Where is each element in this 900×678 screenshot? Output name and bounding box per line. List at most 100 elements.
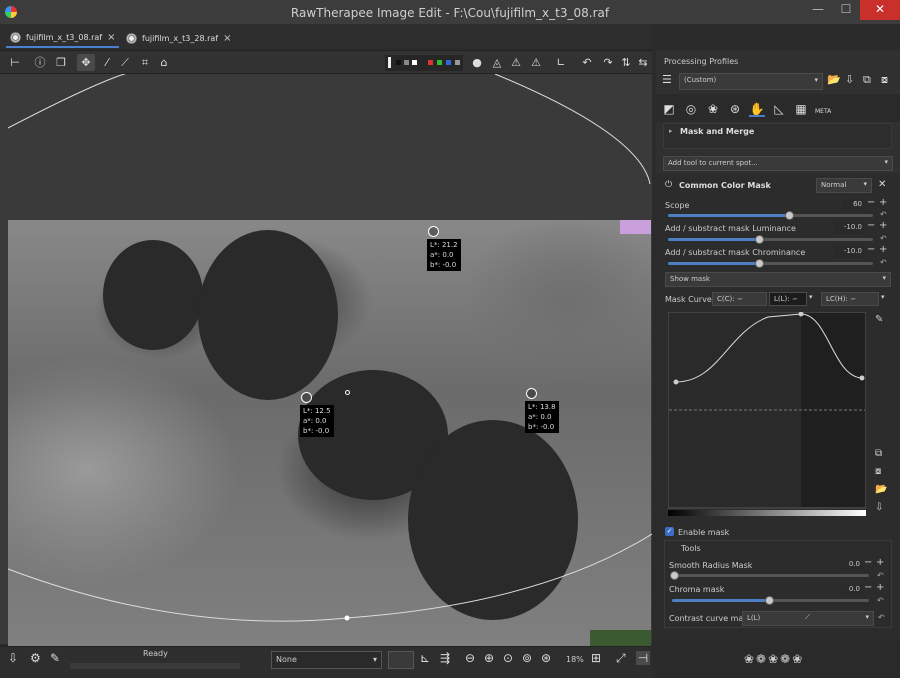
increment-button[interactable]: + — [876, 557, 884, 568]
hide-panel-icon[interactable]: ⊣ — [636, 651, 650, 665]
luminance-channel-chip[interactable] — [455, 60, 460, 65]
maximize-button[interactable]: ☐ — [832, 0, 860, 20]
spot-ellipse-overlay[interactable] — [0, 74, 652, 644]
blue-channel-chip[interactable] — [446, 60, 451, 65]
remove-tool-icon[interactable]: ✕ — [878, 179, 886, 190]
reset-icon[interactable]: ↶ — [877, 596, 884, 605]
paste-curve-icon[interactable]: ⧇ — [875, 466, 881, 477]
intent-select[interactable] — [388, 651, 414, 669]
picker-handle[interactable] — [301, 392, 312, 403]
red-channel-chip[interactable] — [428, 60, 433, 65]
transform-tab-icon[interactable]: ◺ — [771, 101, 787, 117]
reset-icon[interactable]: ↶ — [880, 258, 887, 267]
highlight-clip-icon[interactable]: ⚠ — [507, 54, 525, 71]
add-tool-select[interactable]: Add tool to current spot... ▾ — [663, 156, 893, 171]
fullscreen-icon[interactable]: ⤢ — [616, 651, 626, 666]
decrement-button[interactable]: − — [867, 244, 875, 255]
color-picker-icon[interactable]: ⌂ — [155, 54, 173, 71]
lum-mask-value[interactable]: -10.0 — [834, 222, 864, 234]
contrast-curve-select[interactable]: L(L) ⟋ ▾ — [742, 611, 874, 626]
soft-proof-icon[interactable]: ⊾ — [420, 651, 430, 665]
mask-merge-label[interactable]: Mask and Merge — [680, 127, 754, 136]
enable-mask-checkbox[interactable]: ✓ — [665, 527, 674, 536]
profile-list-icon[interactable]: ☰ — [662, 73, 676, 87]
new-detail-window-icon[interactable]: ⊞ — [591, 651, 601, 665]
hand-tool-icon[interactable]: ✥ — [77, 54, 95, 71]
save-image-icon[interactable]: ⇩ — [8, 651, 18, 665]
increment-button[interactable]: + — [879, 244, 887, 255]
rotate-left-icon[interactable]: ↶ — [578, 54, 596, 71]
info-icon[interactable]: ⓘ — [31, 54, 49, 71]
color-tab-icon[interactable]: ❀ — [705, 101, 721, 117]
save-curve-icon[interactable]: ⇩ — [875, 502, 883, 513]
histogram-icon[interactable]: ∟ — [552, 54, 570, 71]
reset-icon[interactable]: ↶ — [878, 613, 885, 622]
paste-profile-icon[interactable]: ⧇ — [881, 73, 888, 87]
curve-tab-ll[interactable]: L(L): ∽ — [769, 292, 807, 306]
grey-bg-chip[interactable] — [404, 60, 409, 65]
shadow-clip-icon[interactable]: ◬ — [488, 54, 506, 71]
straighten-icon[interactable]: ⟋ — [116, 54, 134, 71]
blend-mode-select[interactable]: Normal ▾ — [816, 178, 872, 193]
rotate-right-icon[interactable]: ↷ — [599, 54, 617, 71]
before-after-icon[interactable]: ❐ — [52, 54, 70, 71]
chrom-mask-slider-knob[interactable] — [755, 259, 764, 268]
chrom-mask-value[interactable]: -10.0 — [834, 246, 864, 258]
scope-value[interactable]: 60 — [842, 199, 864, 211]
focus-mask-icon[interactable]: ● — [468, 54, 486, 71]
advanced-tab-icon[interactable]: ⊛ — [727, 101, 743, 117]
decrement-button[interactable]: − — [867, 220, 875, 231]
queue-icon[interactable]: ⚙ — [30, 651, 41, 665]
white-bg-chip[interactable] — [412, 60, 417, 65]
image-preview-area[interactable]: L*: 21.2 a*: 0.0 b*: -0.0 L*: 12.5 a*: 0… — [0, 74, 652, 648]
zoom-100-icon[interactable]: ⊛ — [541, 651, 551, 665]
details-tab-icon[interactable]: ◎ — [683, 101, 699, 117]
expander-arrow-icon[interactable]: ▸ — [669, 127, 673, 135]
save-profile-icon[interactable]: ⇩ — [845, 73, 854, 86]
increment-button[interactable]: + — [879, 220, 887, 231]
power-icon[interactable]: ⏻ — [665, 180, 672, 190]
copy-profile-icon[interactable]: ⧉ — [863, 73, 871, 87]
open-profile-icon[interactable]: 📂 — [827, 73, 841, 86]
scope-slider-knob[interactable] — [785, 211, 794, 220]
smooth-radius-value[interactable]: 0.0 — [840, 559, 862, 571]
zoom-in-icon[interactable]: ⊕ — [484, 651, 494, 665]
decrement-button[interactable]: − — [867, 197, 875, 208]
tab-close-icon[interactable]: × — [223, 33, 231, 44]
increment-button[interactable]: + — [876, 582, 884, 593]
local-tab-icon[interactable]: ✋ — [749, 101, 765, 117]
curve-tab-lch[interactable]: LC(H): ∽ — [821, 292, 879, 306]
decrement-button[interactable]: − — [864, 582, 872, 593]
reset-icon[interactable]: ↶ — [877, 571, 884, 580]
lum-mask-slider-knob[interactable] — [755, 235, 764, 244]
chroma-mask-value[interactable]: 0.0 — [840, 584, 862, 596]
reset-icon[interactable]: ↶ — [880, 210, 887, 219]
hide-history-icon[interactable]: ⊢ — [6, 54, 24, 71]
crop-icon[interactable]: ⌗ — [136, 54, 154, 71]
zoom-out-icon[interactable]: ⊖ — [465, 651, 475, 665]
spot-center-handle[interactable] — [345, 390, 350, 395]
chroma-mask-slider-knob[interactable] — [765, 596, 774, 605]
curve-tab-cc[interactable]: C(C): ∽ — [712, 292, 767, 306]
chevron-down-icon[interactable]: ▾ — [881, 293, 885, 301]
flip-vertical-icon[interactable]: ⇅ — [617, 54, 635, 71]
output-profile-select[interactable]: None ▾ — [271, 651, 382, 669]
green-channel-chip[interactable] — [437, 60, 442, 65]
picker-handle[interactable] — [428, 226, 439, 237]
smooth-radius-slider-knob[interactable] — [670, 571, 679, 580]
smooth-radius-slider[interactable] — [672, 574, 869, 577]
warning-icon[interactable]: ⚠ — [527, 54, 545, 71]
white-balance-picker-icon[interactable]: ⁄ — [98, 54, 116, 71]
zoom-fit-icon[interactable]: ⊙ — [503, 651, 513, 665]
decrement-button[interactable]: − — [864, 557, 872, 568]
minimize-button[interactable]: — — [804, 0, 832, 20]
chevron-down-icon[interactable]: ▾ — [809, 293, 813, 301]
mask-curve-editor[interactable] — [668, 312, 866, 518]
close-button[interactable]: ✕ — [860, 0, 900, 20]
copy-curve-icon[interactable]: ⧉ — [875, 448, 882, 459]
send-to-editor-icon[interactable]: ✎ — [50, 651, 60, 665]
tab-image-1[interactable]: fujifilm_x_t3_08.raf × — [6, 28, 120, 48]
open-curve-icon[interactable]: 📂 — [875, 484, 887, 495]
zoom-fit-crop-icon[interactable]: ⊚ — [522, 651, 532, 665]
meta-tab-icon[interactable]: META — [815, 101, 831, 117]
